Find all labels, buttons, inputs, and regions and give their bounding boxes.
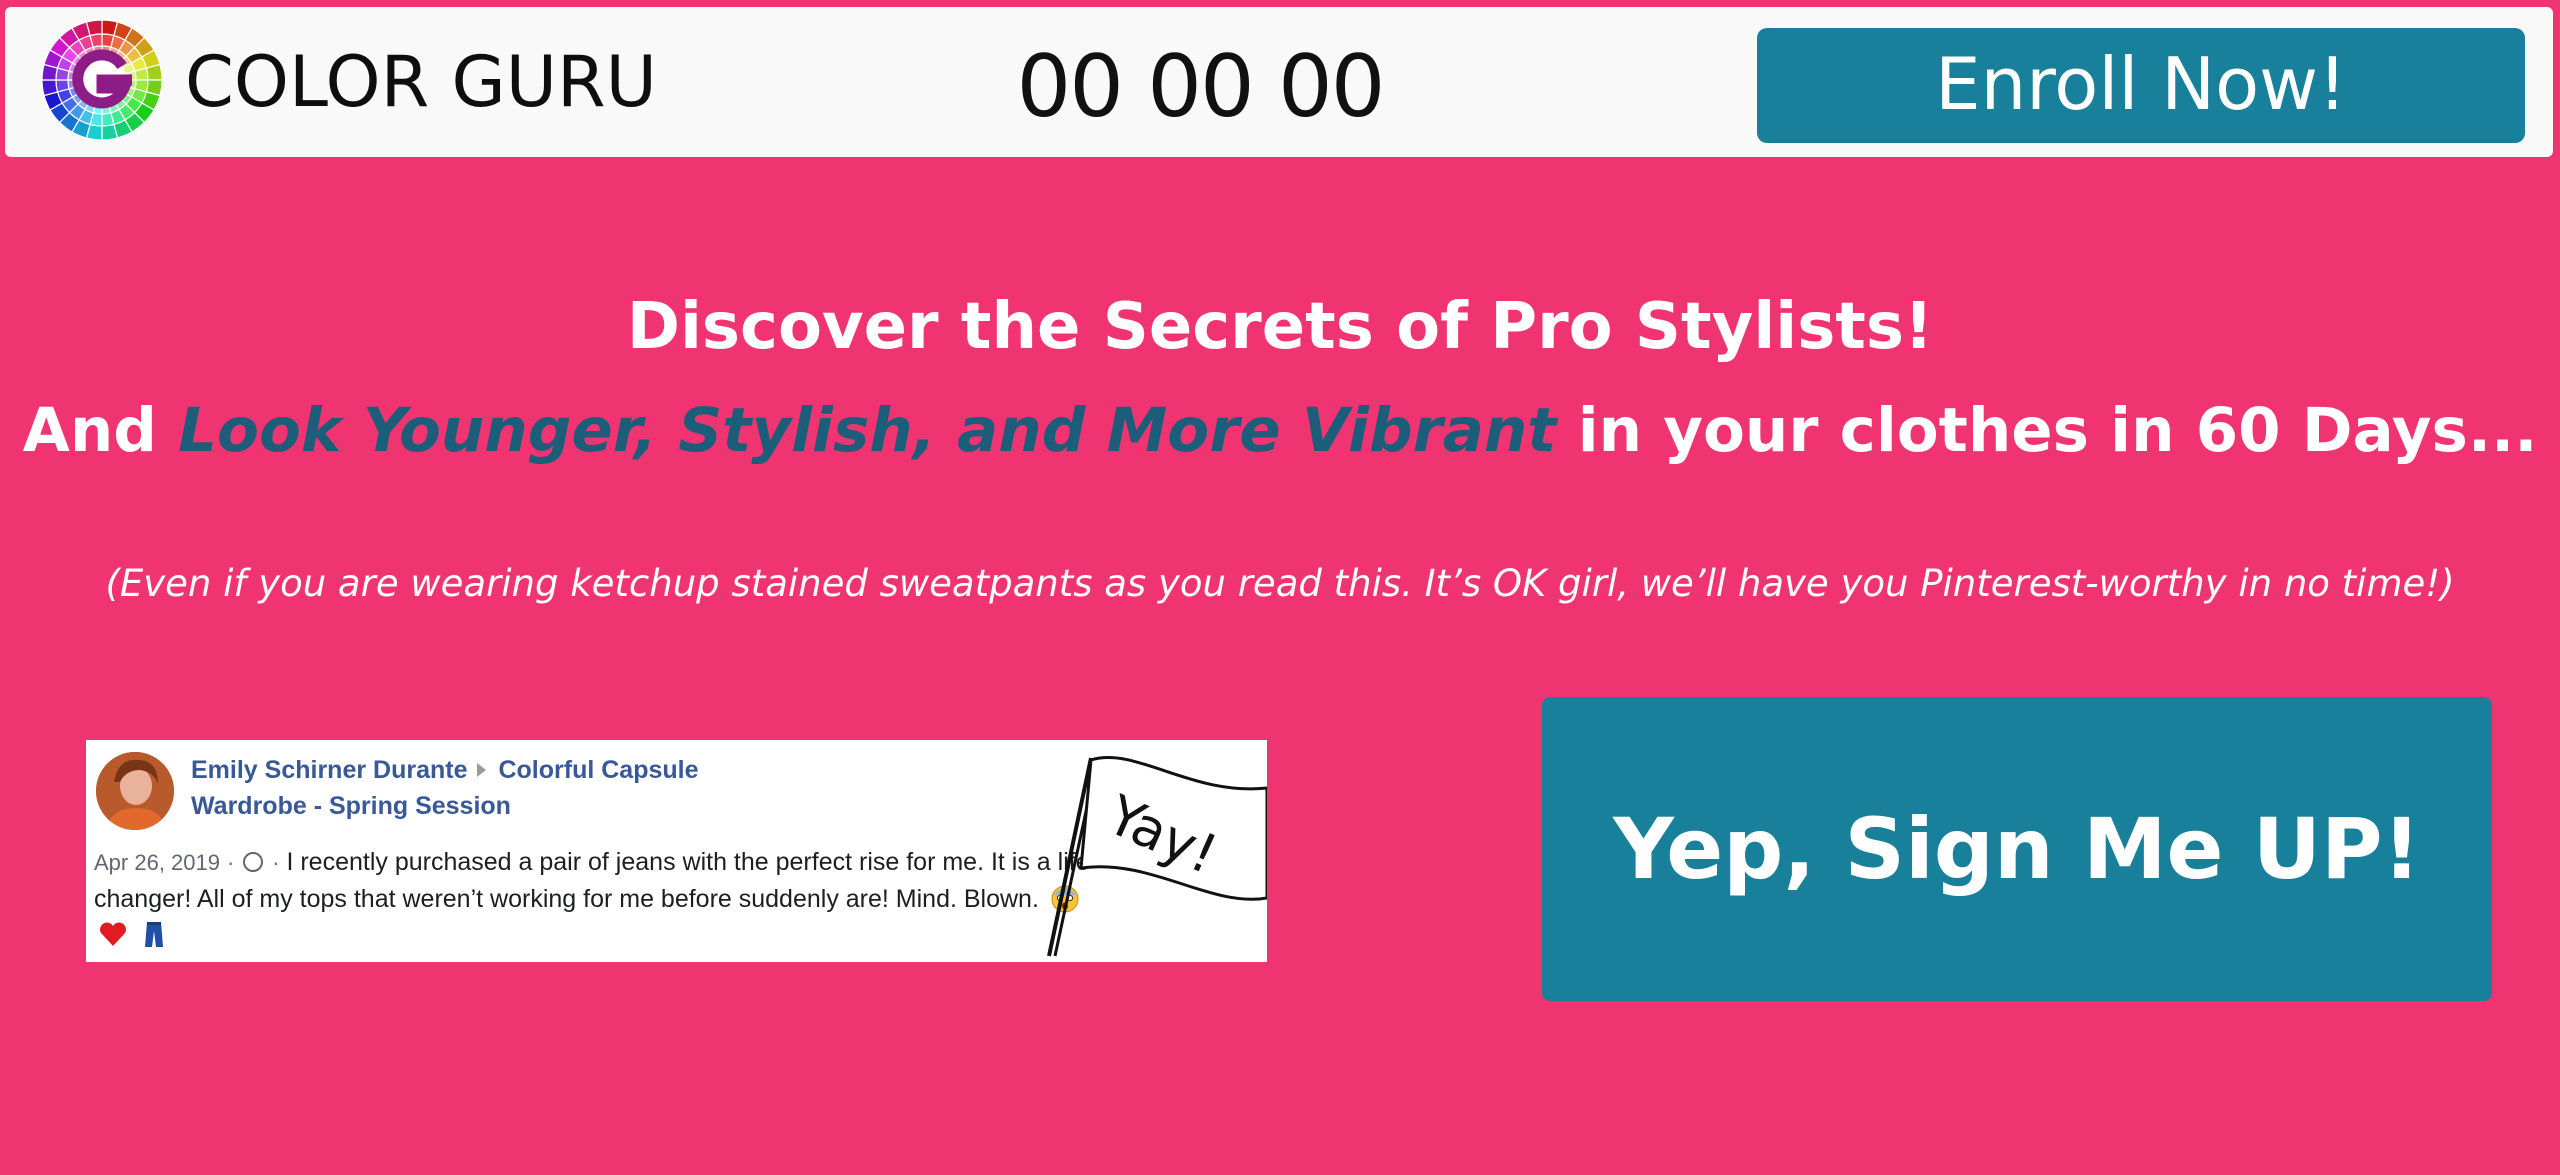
yay-flag-drawing: Yay! xyxy=(1041,748,1267,960)
brand-name[interactable]: COLOR GURU xyxy=(185,37,657,127)
testimonial-body: Apr 26, 2019 · · I recently purchased a … xyxy=(94,844,1094,953)
red-heart-emoji-icon xyxy=(100,922,126,946)
countdown-timer: 00 00 00 xyxy=(1016,37,1386,137)
globe-icon xyxy=(243,852,264,872)
avatar xyxy=(96,752,174,830)
avatar-portrait xyxy=(96,752,174,830)
testimonial-header: Emily Schirner Durante Colorful Capsule W… xyxy=(191,752,711,824)
hero-headline: Discover the Secrets of Pro Stylists! xyxy=(626,290,1934,364)
testimonial-card: Emily Schirner Durante Colorful Capsule W… xyxy=(86,740,1267,962)
subheadline-suffix: in your clothes in 60 Days... xyxy=(1556,395,2538,466)
jeans-emoji-icon xyxy=(144,922,163,947)
meta-separator: · xyxy=(226,850,235,875)
meta-separator-2: · xyxy=(272,850,280,875)
flag-icon: Yay! xyxy=(1047,756,1267,957)
testimonial-author-link[interactable]: Emily Schirner Durante xyxy=(191,756,467,784)
top-bar: COLOR GURU 00 00 00 Enroll Now! xyxy=(5,7,2553,157)
testimonial-date[interactable]: Apr 26, 2019 xyxy=(94,850,220,875)
sign-me-up-button[interactable]: Yep, Sign Me UP! xyxy=(1542,697,2492,1001)
hero-subheadline: And Look Younger, Stylish, and More Vibr… xyxy=(0,390,2560,472)
enroll-now-button[interactable]: Enroll Now! xyxy=(1757,28,2525,143)
subheadline-prefix: And xyxy=(22,395,179,466)
hero-note: (Even if you are wearing ketchup stained… xyxy=(105,562,2455,605)
share-arrow-icon xyxy=(477,763,487,777)
subheadline-accent: Look Younger, Stylish, and More Vibrant xyxy=(178,395,1557,466)
color-wheel-logo-icon[interactable] xyxy=(38,16,166,144)
